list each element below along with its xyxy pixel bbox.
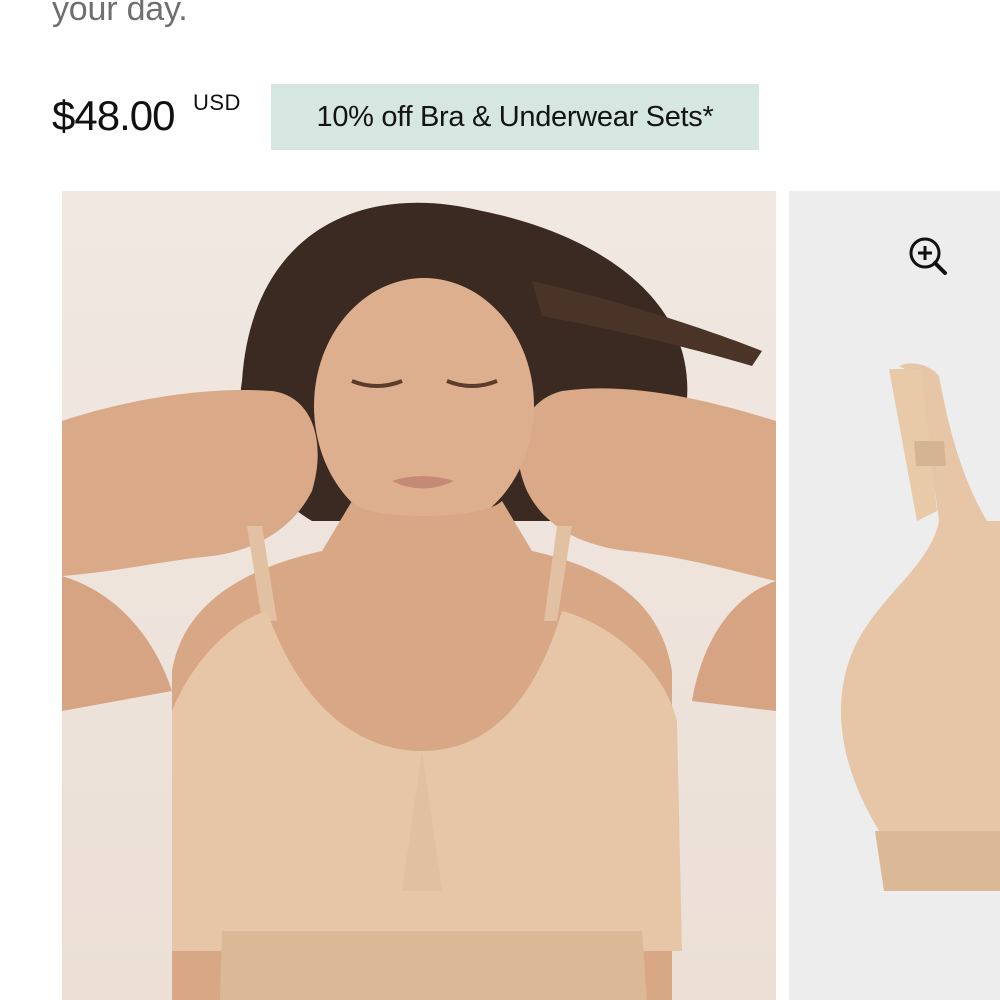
currency-code: USD	[193, 90, 241, 115]
model-illustration	[62, 202, 776, 1000]
product-price: $48.00	[52, 92, 175, 139]
model-photo[interactable]	[62, 191, 776, 1000]
product-description-tail: your day.	[52, 0, 188, 28]
promo-badge: 10% off Bra & Underwear Sets*	[271, 84, 759, 150]
product-image-gallery[interactable]	[62, 191, 1000, 1000]
product-photo[interactable]	[789, 191, 1000, 1000]
bra-product-illustration	[840, 363, 1000, 891]
